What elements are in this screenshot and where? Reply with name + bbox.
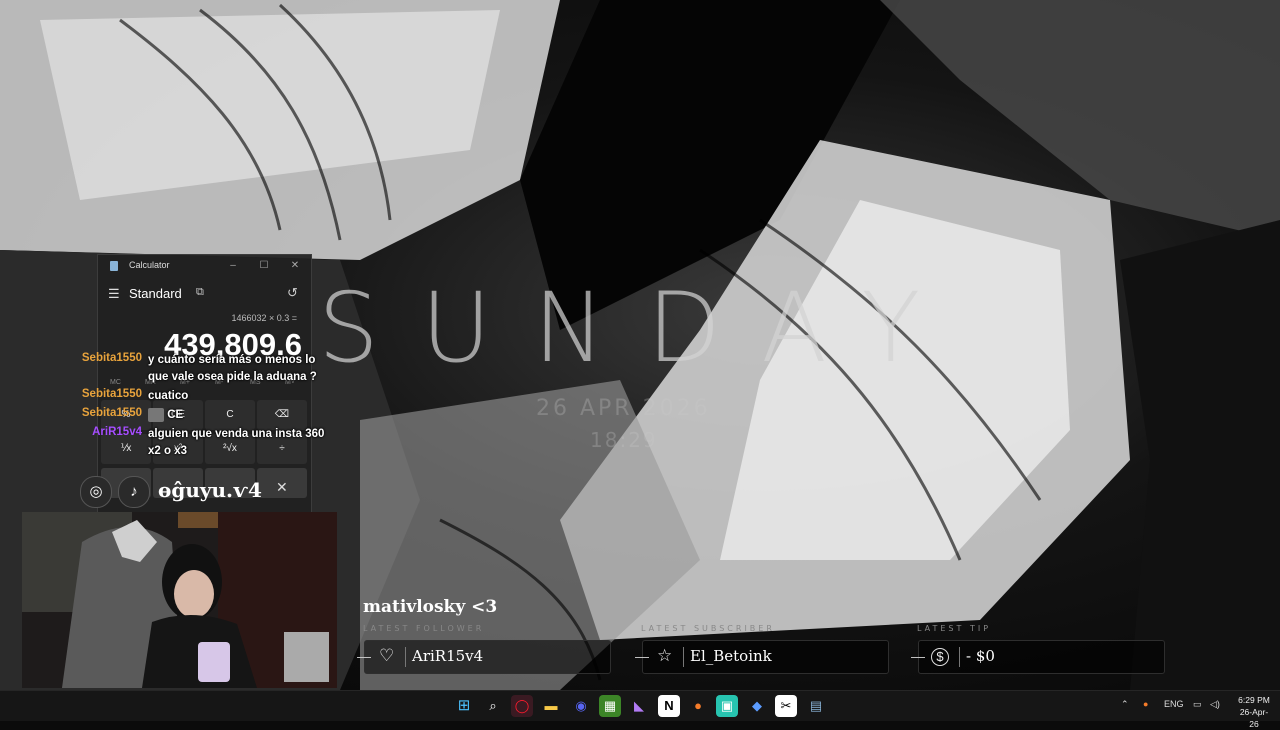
divider-icon: — (911, 648, 925, 664)
latest-subscriber-box: — ☆ El_Betoink (635, 640, 889, 674)
webcam-image (22, 512, 337, 688)
calculator-title: Calculator (129, 260, 170, 270)
divider-icon: — (357, 648, 371, 664)
taskbar-clock[interactable]: 6:29 PM 26-Apr-26 (1236, 694, 1272, 730)
latest-subscriber-value: El_Betoink (690, 647, 772, 665)
tiktok-icon: ♪ (118, 476, 150, 508)
instagram-icon: ◎ (80, 476, 112, 508)
dollar-icon: $ (931, 648, 949, 666)
social-bar: ◎ ♪ ɵĝuyu.ѵ4 ✕ (80, 476, 310, 508)
capcut-icon[interactable]: ✂ (775, 695, 797, 717)
latest-tip-label: LATEST TIP (917, 624, 992, 633)
chat-text: alguien que venda una insta 360 x2 o x3 (148, 428, 325, 457)
calculator-mode: Standard (129, 286, 182, 301)
wallpaper-engine-icon[interactable]: ▣ (716, 695, 738, 717)
emote-icon (148, 407, 164, 422)
obs-icon[interactable]: ◆ (746, 695, 768, 717)
chat-username: Sebita1550 (81, 407, 142, 419)
wallpaper-time: 18:29 (590, 428, 658, 452)
chevron-up-icon[interactable]: ⌃ (1121, 699, 1129, 710)
keep-on-top-icon[interactable]: ⧉ (196, 286, 204, 299)
heart-icon: ♡ (379, 646, 395, 665)
maximize-button[interactable]: ☐ (256, 258, 272, 274)
calculator-app-icon (110, 261, 118, 271)
chat-username: AriR15v4 (92, 426, 142, 438)
volume-icon[interactable]: ◁) (1210, 699, 1220, 710)
latest-follower-label: LATEST FOLLOWER (363, 624, 485, 633)
minimize-button[interactable]: – (225, 258, 241, 274)
chat-text: cuatico (148, 390, 189, 402)
language-indicator[interactable]: ENG (1164, 699, 1184, 709)
memory-clear-button[interactable]: MC (110, 379, 121, 386)
separator (405, 647, 406, 667)
calculator-taskbar-icon[interactable]: ▤ (805, 695, 827, 717)
close-icon[interactable]: ✕ (276, 479, 288, 496)
divider-icon: — (635, 648, 649, 664)
wallpaper-date: 26 APR 2026 (536, 396, 711, 421)
latest-tip-box: — $ - $0 (911, 640, 1165, 674)
menu-icon[interactable]: ☰ (108, 286, 120, 302)
taskbar: ⊞ ⌕ ◯ ▬ ◉ ▦ ◣ N ● ▣ ◆ ✂ ▤ ⌃ ● ENG ▭ ◁) 6… (0, 690, 1280, 729)
calculator-titlebar[interactable]: Calculator – ☐ ✕ (98, 255, 311, 277)
latest-follower-box: — ♡ AriR15v4 (357, 640, 611, 674)
latest-subscriber-label: LATEST SUBSCRIBER (641, 624, 775, 633)
social-handle: ɵĝuyu.ѵ4 (158, 478, 262, 502)
chat-text: CE (148, 407, 334, 424)
close-button[interactable]: ✕ (287, 258, 303, 274)
visual-studio-icon[interactable]: ◣ (628, 695, 650, 717)
minecraft-icon[interactable]: ▦ (599, 695, 621, 717)
separator (683, 647, 684, 667)
calculator-expression: 1466032 × 0.3 = (231, 313, 297, 323)
microphone-icon[interactable]: ● (687, 695, 709, 717)
chat-emote-text: CE (167, 409, 184, 421)
taskbar-date: 26-Apr-26 (1239, 707, 1269, 729)
chat-text: y cuánto sería más o menos lo que vale o… (148, 354, 317, 383)
chat-username: Sebita1550 (81, 388, 142, 400)
notion-icon[interactable]: N (658, 695, 680, 717)
stream-follower-name: mativlosky <3 (363, 597, 498, 617)
file-explorer-icon[interactable]: ▬ (540, 695, 562, 717)
calculator-mode-row: ☰ Standard ⧉ ↺ (98, 283, 311, 305)
network-icon[interactable]: ▭ (1193, 699, 1202, 710)
history-icon[interactable]: ↺ (287, 285, 298, 301)
star-icon: ☆ (657, 646, 673, 665)
start-icon[interactable]: ⊞ (453, 695, 475, 717)
latest-follower-value: AriR15v4 (412, 647, 484, 665)
search-icon[interactable]: ⌕ (482, 695, 504, 717)
opera-gx-icon[interactable]: ◯ (511, 695, 533, 717)
reciprocal-key[interactable]: ⅟x (101, 434, 151, 464)
discord-icon[interactable]: ◉ (570, 695, 592, 717)
wallpaper-headline: SUNDAY (318, 272, 963, 384)
latest-tip-value: - $0 (966, 647, 995, 665)
taskbar-time: 6:29 PM (1238, 695, 1270, 705)
webcam-feed (22, 512, 337, 688)
separator (959, 647, 960, 667)
chat-username: Sebita1550 (81, 352, 142, 364)
microphone-tray-icon[interactable]: ● (1143, 699, 1148, 709)
